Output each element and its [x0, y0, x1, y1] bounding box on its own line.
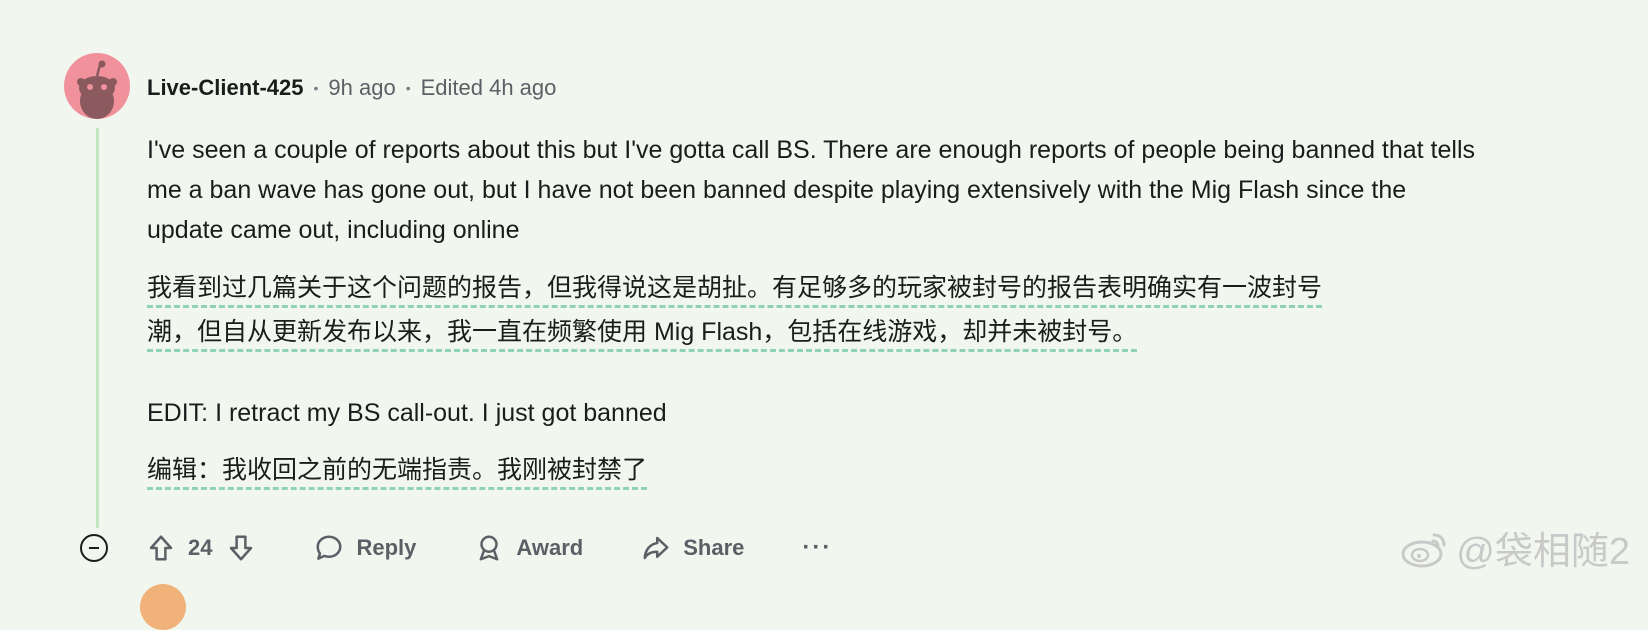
comment-action-bar: 24 Reply Award Share ··· [80, 528, 832, 568]
thread-line[interactable] [96, 128, 99, 528]
upvote-arrow-icon[interactable] [146, 533, 176, 563]
weibo-logo-icon [1401, 533, 1446, 567]
comment-translation-zh-1: 我看到过几篇关于这个问题的报告，但我得说这是胡扯。有足够多的玩家被封号的报告表明… [147, 266, 1477, 354]
separator-dot: • [313, 80, 319, 96]
comment-header: Live-Client-425 • 9h ago • Edited 4h ago [147, 70, 556, 106]
comment-text-en-1: I've seen a couple of reports about this… [147, 136, 1476, 244]
comment-translation-zh-2: 编辑：我收回之前的无端指责。我刚被封禁了 [147, 448, 1477, 492]
watermark: @袋相随2 [1400, 520, 1630, 575]
share-arrow-icon [641, 533, 671, 563]
collapse-minus-icon[interactable] [80, 534, 108, 562]
reply-button[interactable]: Reply [314, 533, 416, 563]
comment-text-en-2: EDIT: I retract my BS call-out. I just g… [147, 399, 667, 427]
translation-line-3: 编辑：我收回之前的无端指责。我刚被封禁了 [147, 456, 648, 490]
comment-timestamp[interactable]: 9h ago [328, 75, 395, 101]
vote-score: 24 [188, 535, 213, 560]
user-avatar[interactable] [64, 53, 130, 119]
more-options-button[interactable]: ··· [802, 534, 832, 562]
next-comment-avatar[interactable] [140, 584, 186, 630]
watermark-text: @袋相随2 [1456, 531, 1630, 573]
snoo-avatar-icon [77, 60, 117, 119]
separator-dot: • [405, 80, 411, 96]
speech-bubble-icon [314, 533, 344, 563]
downvote-arrow-icon[interactable] [226, 533, 256, 563]
vote-group: 24 [146, 533, 256, 563]
award-label: Award [516, 535, 584, 560]
award-ribbon-icon [474, 533, 504, 563]
translation-line-2: 潮，但自从更新发布以来，我一直在频繁使用 Mig Flash，包括在线游戏，却并… [147, 318, 1138, 352]
username-link[interactable]: Live-Client-425 [147, 75, 304, 101]
reply-label: Reply [356, 535, 417, 560]
award-button[interactable]: Award [474, 533, 583, 563]
share-button[interactable]: Share [641, 533, 744, 563]
edited-timestamp: Edited 4h ago [420, 75, 557, 100]
share-label: Share [683, 535, 745, 560]
translation-line-1: 我看到过几篇关于这个问题的报告，但我得说这是胡扯。有足够多的玩家被封号的报告表明… [147, 274, 1323, 308]
